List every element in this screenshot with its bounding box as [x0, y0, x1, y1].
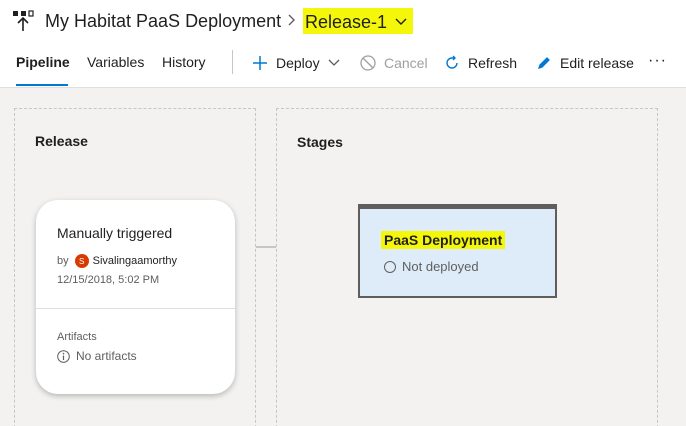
artifacts-value: No artifacts: [57, 349, 137, 363]
pipeline-title[interactable]: My Habitat PaaS Deployment: [45, 11, 281, 32]
refresh-icon: [446, 55, 458, 69]
stages-panel-title: Stages: [297, 134, 343, 150]
chevron-down-icon: [328, 59, 340, 66]
tab-variables[interactable]: Variables: [87, 54, 144, 70]
tab-history[interactable]: History: [162, 54, 206, 70]
more-actions-icon[interactable]: ···: [648, 52, 667, 70]
pencil-icon: [537, 57, 550, 70]
status-circle-icon: [384, 260, 396, 273]
by-label: by: [57, 255, 69, 267]
stage-status-text: Not deployed: [402, 259, 479, 274]
triggered-by: by S Sivalingaamorthy: [57, 254, 177, 268]
info-icon: [57, 349, 70, 363]
pipeline-canvas: Release Stages Manually triggered by S S…: [0, 88, 686, 426]
refresh-label: Refresh: [468, 55, 518, 71]
edit-release-button[interactable]: Edit release: [536, 52, 634, 74]
stage-card[interactable]: PaaS Deployment Not deployed: [358, 204, 557, 298]
cancel-icon: [360, 55, 376, 71]
user-name[interactable]: Sivalingaamorthy: [93, 255, 177, 267]
avatar: S: [74, 254, 89, 268]
cancel-button[interactable]: Cancel: [360, 52, 428, 74]
toolbar-divider: [232, 50, 233, 74]
tab-pipeline[interactable]: Pipeline: [16, 54, 70, 70]
stage-name[interactable]: PaaS Deployment: [381, 231, 506, 249]
pipeline-icon: [12, 10, 34, 32]
card-divider: [36, 308, 235, 309]
release-panel-title: Release: [35, 133, 88, 149]
chevron-right-icon: [286, 12, 298, 28]
stage-status: Not deployed: [384, 259, 479, 274]
release-datetime: 12/15/2018, 5:02 PM: [57, 274, 160, 286]
artifacts-value-text: No artifacts: [76, 349, 137, 363]
deploy-label: Deploy: [276, 55, 320, 71]
release-header: My Habitat PaaS Deployment Release-1 Pip…: [0, 0, 686, 88]
release-card[interactable]: Manually triggered by S Sivalingaamorthy…: [36, 200, 235, 394]
active-tab-indicator: [16, 84, 68, 86]
release-name: Release-1: [305, 11, 388, 32]
plus-icon: [253, 56, 267, 70]
deploy-button[interactable]: Deploy: [252, 52, 340, 74]
refresh-button[interactable]: Refresh: [444, 52, 517, 74]
connector-line: [256, 246, 276, 248]
cancel-label: Cancel: [384, 55, 428, 71]
release-selector[interactable]: Release-1: [303, 8, 414, 34]
artifacts-label: Artifacts: [57, 331, 97, 343]
trigger-text: Manually triggered: [57, 225, 173, 241]
edit-release-label: Edit release: [560, 55, 634, 71]
chevron-down-icon: [395, 18, 407, 25]
